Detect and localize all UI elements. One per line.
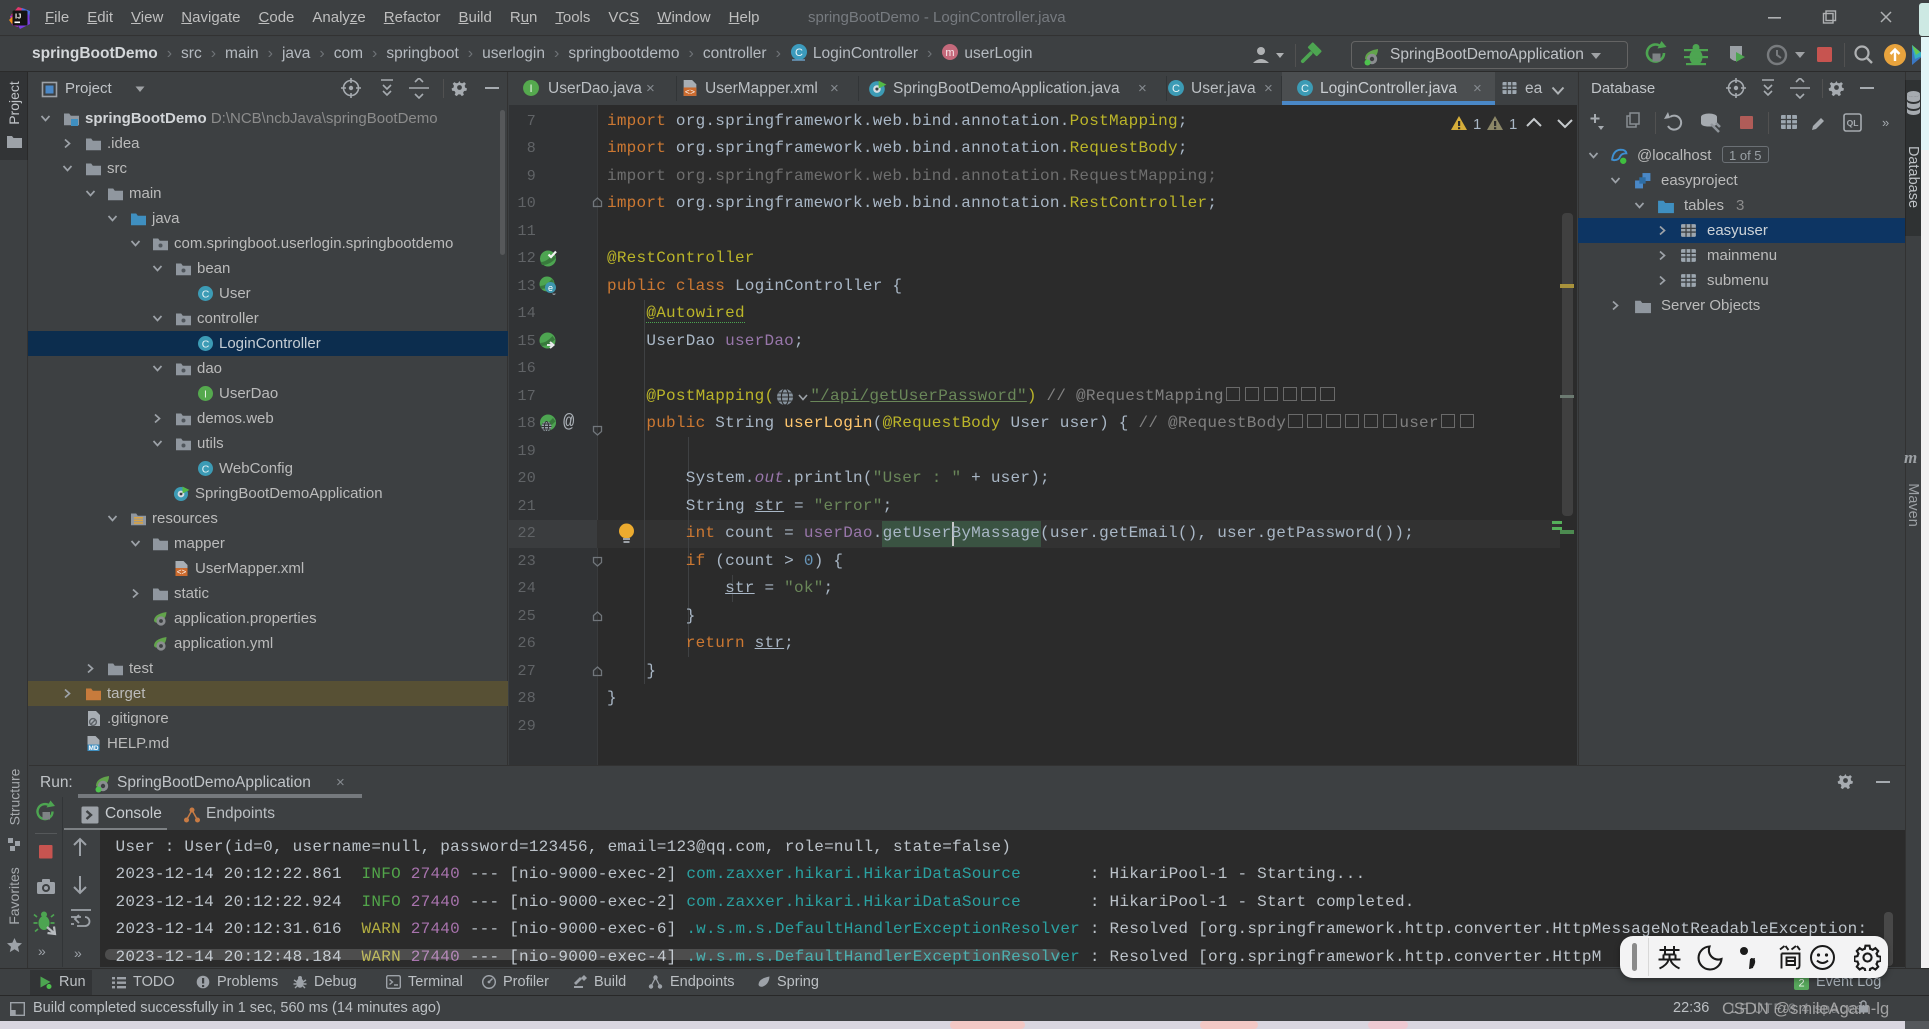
svg-text:»: » xyxy=(38,943,46,959)
svg-text:»: » xyxy=(1882,115,1889,130)
svg-text:1: 1 xyxy=(1509,116,1517,133)
svg-text:e: e xyxy=(548,283,553,293)
svg-text:2: 2 xyxy=(1798,978,1804,990)
svg-text:m: m xyxy=(946,47,955,59)
svg-text:QL: QL xyxy=(1847,118,1859,128)
svg-text:»: » xyxy=(74,945,82,961)
svg-text:1: 1 xyxy=(1473,116,1481,133)
svg-text:IJ: IJ xyxy=(15,12,21,21)
svg-text:C: C xyxy=(795,47,803,59)
